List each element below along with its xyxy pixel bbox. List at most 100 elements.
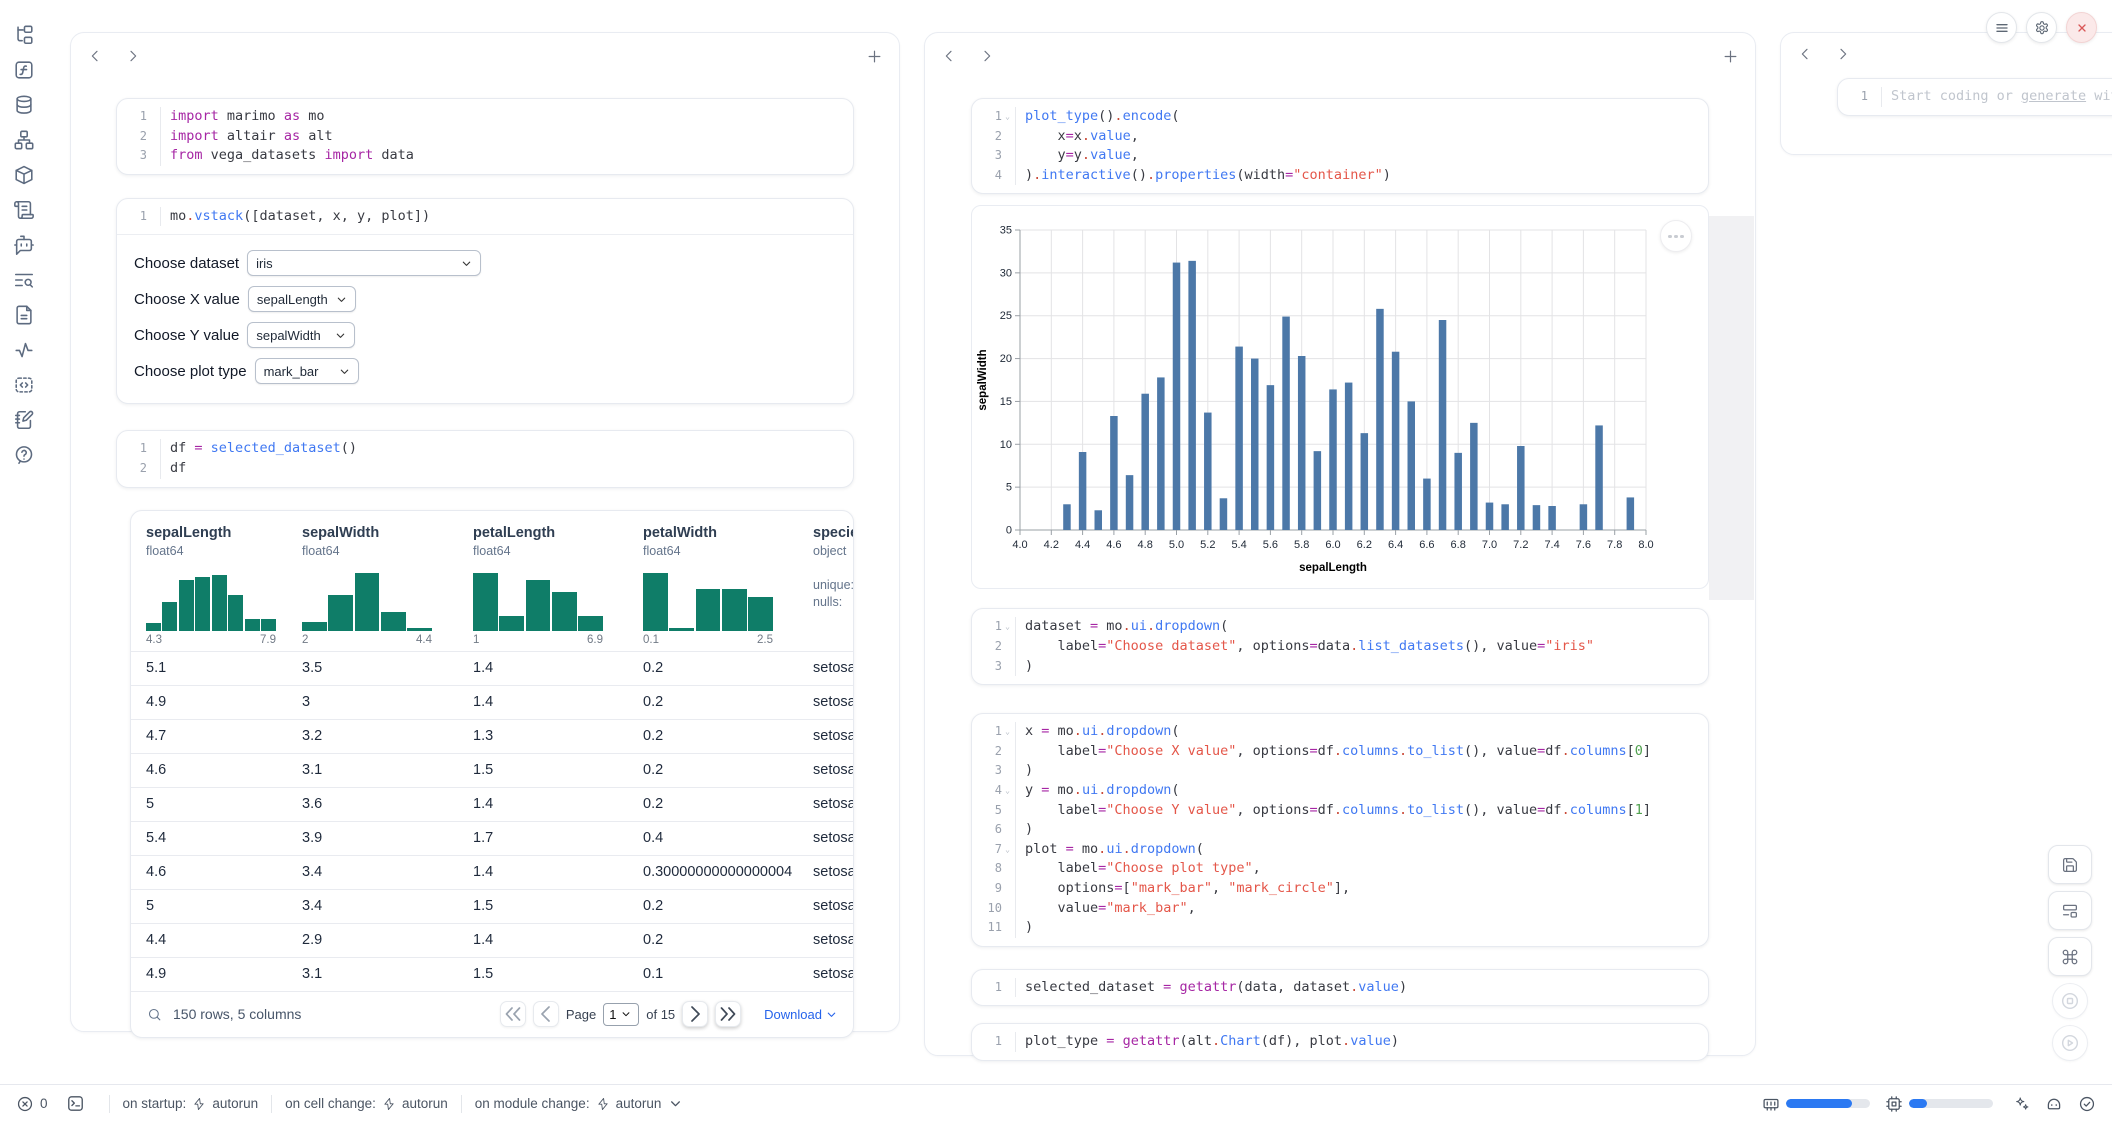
on-startup-setting[interactable]: on startup: autorun (123, 1096, 259, 1111)
code-line[interactable]: 2import altair as alt (117, 127, 853, 147)
page-select[interactable]: 1 (603, 1003, 639, 1026)
cell-selected-dataset[interactable]: 1selected_dataset = getattr(data, datase… (971, 969, 1709, 1007)
table-row[interactable]: 53.41.50.2setosa (131, 889, 853, 923)
cell-plot-type[interactable]: 1plot_type = getattr(alt.Chart(df), plot… (971, 1023, 1709, 1061)
code-line[interactable]: 11) (972, 918, 1708, 938)
table-row[interactable]: 4.73.21.30.2setosa (131, 719, 853, 753)
code-line[interactable]: 2 label="Choose dataset", options=data.l… (972, 637, 1708, 657)
code-line[interactable]: 8 label="Choose plot type", (972, 859, 1708, 879)
chevron-left-icon[interactable] (1797, 46, 1813, 62)
bar-chart[interactable]: 4.04.24.44.64.85.05.25.45.65.86.06.26.46… (972, 206, 1708, 590)
prev-page-button[interactable] (533, 1001, 559, 1027)
dataset-select[interactable]: iris (247, 250, 481, 276)
notebook-pen-icon[interactable] (13, 409, 35, 431)
fold-chevron-icon[interactable]: ⌄ (1002, 781, 1013, 801)
package-icon[interactable] (13, 164, 35, 186)
stop-button[interactable] (2052, 983, 2088, 1019)
code-line[interactable]: 2df (117, 459, 853, 479)
chevron-right-icon[interactable] (979, 48, 995, 64)
search-icon[interactable] (147, 1007, 162, 1022)
table-row[interactable]: 4.63.11.50.2setosa (131, 753, 853, 787)
layout-button[interactable] (2048, 891, 2092, 930)
column-header-petalLength[interactable]: petalLengthfloat64 (473, 525, 633, 558)
code-line[interactable]: 1⌄x = mo.ui.dropdown( (972, 722, 1708, 742)
code-line[interactable]: 10 value="mark_bar", (972, 899, 1708, 919)
code-line[interactable]: 1⌄plot_type().encode( (972, 107, 1708, 127)
code-line[interactable]: 3 y=y.value, (972, 146, 1708, 166)
chevron-right-icon[interactable] (125, 48, 141, 64)
table-row[interactable]: 4.42.91.40.2setosa (131, 923, 853, 957)
code-line[interactable]: 3from vega_datasets import data (117, 146, 853, 166)
menu-button[interactable] (1986, 12, 2017, 43)
fold-chevron-icon[interactable]: ⌄ (1002, 617, 1013, 637)
connection-status-icon[interactable] (2078, 1095, 2096, 1113)
code-line[interactable]: 9 options=["mark_bar", "mark_circle"], (972, 879, 1708, 899)
cell-vstack[interactable]: 1mo.vstack([dataset, x, y, plot]) Choose… (116, 198, 854, 405)
run-button[interactable] (2052, 1025, 2088, 1061)
terminal-button[interactable] (66, 1094, 85, 1113)
first-page-button[interactable] (500, 1001, 526, 1027)
function-square-icon[interactable] (13, 59, 35, 81)
code-line[interactable]: 6) (972, 820, 1708, 840)
error-counter[interactable]: 0 (16, 1095, 48, 1113)
table-row[interactable]: 4.931.40.2setosa (131, 685, 853, 719)
code-line[interactable]: 1plot_type = getattr(alt.Chart(df), plot… (972, 1032, 1708, 1052)
code-line[interactable]: 3) (972, 761, 1708, 781)
cell-imports[interactable]: 1import marimo as mo2import altair as al… (116, 98, 854, 175)
on-cell-change-setting[interactable]: on cell change: autorun (285, 1096, 448, 1111)
chevron-left-icon[interactable] (87, 48, 103, 64)
column-header-petalWidth[interactable]: petalWidthfloat64 (643, 525, 803, 558)
code-line[interactable]: 2 x=x.value, (972, 127, 1708, 147)
code-line[interactable]: 2 label="Choose X value", options=df.col… (972, 742, 1708, 762)
column-header-species[interactable]: speciesobject (813, 525, 854, 558)
generate-link[interactable]: generate (2021, 88, 2086, 104)
help-bubble-icon[interactable] (13, 444, 35, 466)
plot-type-select[interactable]: mark_bar (255, 358, 359, 384)
code-line[interactable]: 3) (972, 657, 1708, 677)
code-line[interactable]: 4).interactive().properties(width="conta… (972, 166, 1708, 186)
table-row[interactable]: 5.13.51.40.2setosa (131, 651, 853, 685)
database-icon[interactable] (13, 94, 35, 116)
column-header-sepalLength[interactable]: sepalLengthfloat64 (146, 525, 306, 558)
code-line[interactable]: 1df = selected_dataset() (117, 439, 853, 459)
file-text-icon[interactable] (13, 304, 35, 326)
table-row[interactable]: 4.63.41.40.30000000000000004setosa (131, 855, 853, 889)
last-page-button[interactable] (715, 1001, 741, 1027)
fold-chevron-icon[interactable]: ⌄ (1002, 107, 1013, 127)
column-header-sepalWidth[interactable]: sepalWidthfloat64 (302, 525, 462, 558)
code-line[interactable]: 7⌄plot = mo.ui.dropdown( (972, 840, 1708, 860)
code-line[interactable]: 1import marimo as mo (117, 107, 853, 127)
bot-icon[interactable] (13, 234, 35, 256)
cell-dataset-dropdown[interactable]: 1⌄dataset = mo.ui.dropdown(2 label="Choo… (971, 608, 1709, 685)
y-value-select[interactable]: sepalWidth (247, 322, 355, 348)
chevron-right-icon[interactable] (1835, 46, 1851, 62)
on-module-change-setting[interactable]: on module change: autorun (475, 1096, 683, 1111)
cell-xy-plot-dropdowns[interactable]: 1⌄x = mo.ui.dropdown(2 label="Choose X v… (971, 713, 1709, 947)
table-row[interactable]: 53.61.40.2setosa (131, 787, 853, 821)
network-icon[interactable] (13, 129, 35, 151)
fold-chevron-icon[interactable]: ⌄ (1002, 722, 1013, 742)
save-button[interactable] (2048, 845, 2092, 884)
file-tree-icon[interactable] (13, 24, 35, 46)
next-page-button[interactable] (682, 1001, 708, 1027)
cell-placeholder[interactable]: Start coding or generate with AI (1882, 87, 2112, 107)
copilot-button[interactable] (2045, 1095, 2063, 1113)
code-line[interactable]: 1mo.vstack([dataset, x, y, plot]) (117, 207, 853, 227)
keyboard-shortcuts-button[interactable] (2048, 937, 2092, 976)
scroll-text-icon[interactable] (13, 199, 35, 221)
code-line[interactable]: 4⌄y = mo.ui.dropdown( (972, 781, 1708, 801)
table-row[interactable]: 5.43.91.70.4setosa (131, 821, 853, 855)
close-button[interactable] (2066, 12, 2097, 43)
code-line[interactable]: 1⌄dataset = mo.ui.dropdown( (972, 617, 1708, 637)
chevron-left-icon[interactable] (941, 48, 957, 64)
code-dashed-icon[interactable] (13, 374, 35, 396)
empty-cell[interactable]: 1 Start coding or generate with AI (1837, 78, 2112, 116)
table-row[interactable]: 4.93.11.50.1setosa (131, 957, 853, 991)
fold-chevron-icon[interactable]: ⌄ (1002, 840, 1013, 860)
add-cell-button[interactable] (1722, 48, 1739, 65)
add-cell-button[interactable] (866, 48, 883, 65)
code-line[interactable]: 5 label="Choose Y value", options=df.col… (972, 801, 1708, 821)
x-value-select[interactable]: sepalLength (248, 286, 356, 312)
ai-sparkles-button[interactable] (2012, 1095, 2030, 1113)
settings-button[interactable] (2026, 12, 2057, 43)
